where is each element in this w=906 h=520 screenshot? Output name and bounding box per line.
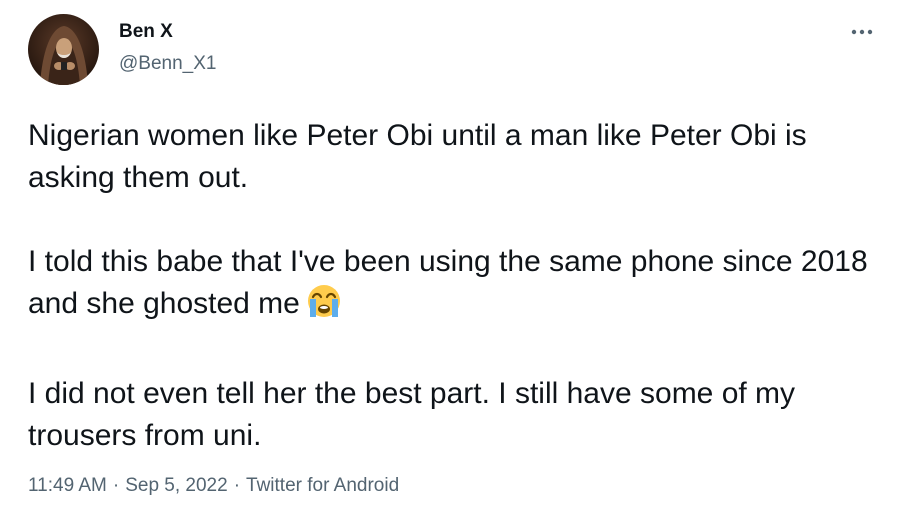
tweet-paragraph-1: Nigerian women like Peter Obi until a ma…: [28, 119, 807, 194]
tweet-paragraph-2-text: I told this babe that I've been using th…: [28, 245, 868, 320]
loudly-crying-face-icon: [304, 283, 344, 331]
tweet-paragraph-2: I told this babe that I've been using th…: [28, 241, 888, 331]
more-options-button[interactable]: [844, 20, 880, 44]
avatar[interactable]: [28, 14, 99, 85]
tweet-time[interactable]: 11:49 AM: [28, 475, 107, 496]
meta-separator: ·: [112, 475, 120, 496]
user-handle[interactable]: @Benn_X1: [119, 53, 216, 75]
tweet-source[interactable]: Twitter for Android: [246, 475, 399, 496]
tweet-text: Nigerian women like Peter Obi until a ma…: [28, 115, 888, 457]
avatar-image: [28, 14, 99, 85]
tweet-card: Ben X @Benn_X1 Nigerian women like Peter…: [0, 0, 906, 520]
tweet-date[interactable]: Sep 5, 2022: [125, 475, 227, 496]
meta-separator: ·: [233, 475, 241, 496]
tweet-metadata: 11:49 AM · Sep 5, 2022 · Twitter for Android: [28, 474, 399, 498]
tweet-paragraph-3: I did not even tell her the best part. I…: [28, 377, 796, 452]
more-dots-icon: [851, 29, 873, 35]
display-name[interactable]: Ben X: [119, 21, 173, 43]
